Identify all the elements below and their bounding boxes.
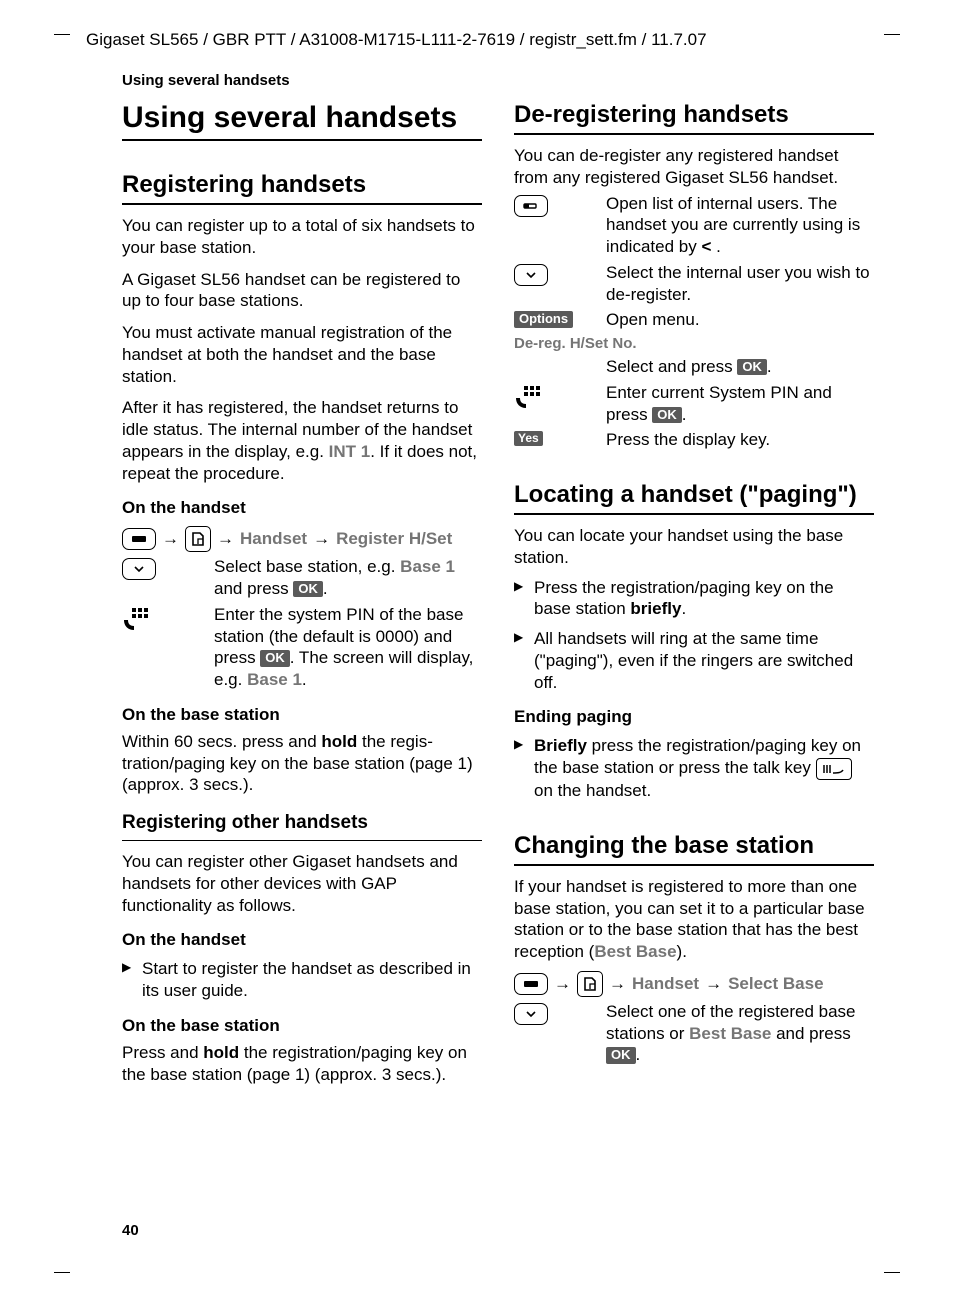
menu-path: → → Handset → Select Base [514, 971, 874, 997]
ok-key: OK [737, 359, 767, 375]
paragraph: You can register up to a total of six ha… [122, 215, 482, 259]
step-text: Select one of the registered base statio… [606, 1001, 874, 1066]
ok-key: OK [606, 1047, 636, 1063]
yes-key: Yes [514, 429, 592, 446]
keypad-icon [514, 382, 592, 410]
nav-down-key-icon [514, 1001, 592, 1025]
step-text: Enter current System PIN and press OK. [606, 382, 874, 426]
nav-down-key-icon [122, 556, 200, 580]
keypad-icon [122, 604, 200, 632]
display-value: INT 1 [329, 442, 371, 461]
arrow-icon: → [609, 974, 626, 994]
options-key: Options [514, 309, 592, 327]
running-head: Gigaset SL565 / GBR PTT / A31008-M1715-L… [86, 30, 890, 50]
step-text: Select the internal user you wish to de-… [606, 262, 874, 306]
nav-left-key-icon [514, 193, 592, 217]
heading-changing-base: Changing the base station [514, 832, 874, 866]
subheading-on-base: On the base station [122, 705, 482, 725]
menu-path: → → Handset → Register H/Set [122, 526, 482, 552]
settings-menu-icon [185, 526, 211, 552]
nav-down-key-icon [514, 262, 592, 286]
list-item: Start to register the handset as describ… [122, 958, 482, 1002]
step-text: Select and press OK. [606, 356, 874, 378]
list-item: Briefly press the registration/paging ke… [514, 735, 874, 802]
menu-item: Register H/Set [336, 529, 452, 549]
step-text: Open list of internal users. The handset… [606, 193, 874, 258]
menu-item: Handset [632, 974, 699, 994]
arrow-icon: → [217, 529, 234, 549]
list-item: All handsets will ring at the same time … [514, 628, 874, 693]
page-number: 40 [122, 1222, 139, 1239]
paragraph: Within 60 secs. press and hold the regis… [122, 731, 482, 796]
list-item: Press the registration/paging key on the… [514, 577, 874, 621]
ok-key: OK [652, 407, 682, 423]
arrow-icon: → [554, 974, 571, 994]
paragraph: You must activate manual registration of… [122, 322, 482, 387]
menu-key-icon [514, 973, 548, 995]
paragraph: A Gigaset SL56 handset can be registered… [122, 269, 482, 313]
paragraph: If your handset is registered to more th… [514, 876, 874, 963]
page-title: Using several handsets [122, 101, 482, 141]
paragraph: You can register other Gigaset handsets … [122, 851, 482, 916]
talk-key-icon [816, 758, 852, 780]
step-text: Open menu. [606, 309, 874, 331]
menu-item: Select Base [728, 974, 823, 994]
subheading-on-handset: On the handset [122, 930, 482, 950]
step-text: Press the display key. [606, 429, 874, 451]
step-text: Enter the system PIN of the base station… [214, 604, 482, 691]
menu-item-label: De-reg. H/Set No. [514, 335, 874, 352]
spacer [514, 356, 592, 358]
arrow-icon: → [313, 529, 330, 549]
step-text: Select base station, e.g. Base 1 and pre… [214, 556, 482, 600]
ok-key: OK [260, 650, 290, 666]
heading-deregistering: De-registering handsets [514, 101, 874, 135]
heading-paging: Locating a handset ("paging") [514, 481, 874, 515]
arrow-icon: → [162, 529, 179, 549]
menu-item: Handset [240, 529, 307, 549]
heading-registering: Registering handsets [122, 171, 482, 205]
paragraph: You can de-register any registered hands… [514, 145, 874, 189]
arrow-icon: → [705, 974, 722, 994]
subheading-ending-paging: Ending paging [514, 707, 874, 727]
paragraph: Press and hold the registration/paging k… [122, 1042, 482, 1086]
section-header: Using several handsets [122, 72, 890, 89]
right-column: De-registering handsets You can de-regis… [514, 101, 874, 1085]
menu-key-icon [122, 528, 156, 550]
ok-key: OK [293, 581, 323, 597]
subheading-on-handset: On the handset [122, 498, 482, 518]
paragraph: You can locate your handset using the ba… [514, 525, 874, 569]
settings-menu-icon [577, 971, 603, 997]
left-column: Using several handsets Registering hands… [122, 101, 482, 1085]
paragraph: After it has registered, the handset ret… [122, 397, 482, 484]
subheading-on-base: On the base station [122, 1016, 482, 1036]
heading-reg-other: Registering other handsets [122, 812, 482, 841]
